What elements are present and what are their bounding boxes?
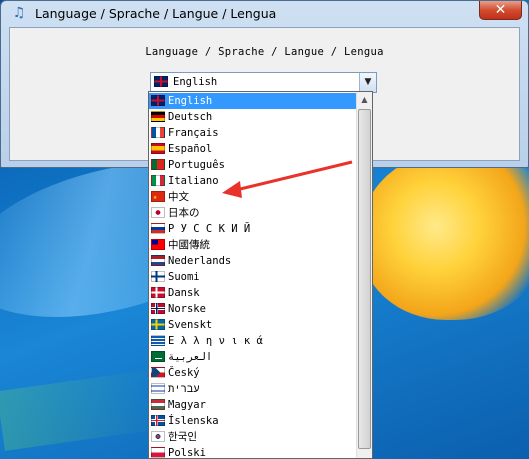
wallpaper-orb bbox=[360, 150, 529, 320]
list-item-portugues[interactable]: Português bbox=[149, 157, 357, 173]
sweden-flag-icon bbox=[151, 319, 165, 330]
list-item-norske[interactable]: Norske bbox=[149, 301, 357, 317]
israel-flag-icon bbox=[151, 383, 165, 394]
list-item-islenska[interactable]: Íslenska bbox=[149, 413, 357, 429]
list-item-svenskt[interactable]: Svenskt bbox=[149, 317, 357, 333]
germany-flag-icon bbox=[151, 111, 165, 122]
saudi-flag-icon bbox=[151, 351, 165, 362]
list-item-label: Svenskt bbox=[168, 319, 213, 331]
list-item-label: 日本の bbox=[168, 207, 200, 219]
list-item-label: Norske bbox=[168, 303, 206, 315]
list-item-label: Magyar bbox=[168, 399, 206, 411]
window-title: Language / Sprache / Langue / Lengua bbox=[35, 6, 277, 21]
list-item-label: English bbox=[168, 95, 213, 107]
italy-flag-icon bbox=[151, 175, 165, 186]
list-item-label: Nederlands bbox=[168, 255, 232, 267]
dropdown-scrollbar[interactable]: ▲ bbox=[356, 92, 372, 458]
greece-flag-icon bbox=[151, 335, 165, 346]
list-item-label: Dansk bbox=[168, 287, 200, 299]
list-item-label: Français bbox=[168, 127, 219, 139]
combobox-value: English bbox=[173, 76, 218, 88]
list-item-label: Deutsch bbox=[168, 111, 213, 123]
title-bar[interactable]: ♫ Language / Sprache / Langue / Lengua ✕ bbox=[1, 1, 528, 27]
poland-flag-icon bbox=[151, 447, 165, 458]
list-item-russian[interactable]: Р У С С К И Й bbox=[149, 221, 357, 237]
list-item-label: 中國傳統 bbox=[168, 239, 210, 251]
denmark-flag-icon bbox=[151, 287, 165, 298]
list-item-dansk[interactable]: Dansk bbox=[149, 285, 357, 301]
chevron-down-icon[interactable]: ▼ bbox=[359, 73, 376, 92]
hungary-flag-icon bbox=[151, 399, 165, 410]
list-item-chinese[interactable]: 中文 bbox=[149, 189, 357, 205]
list-item-korean[interactable]: 한국인 bbox=[149, 429, 357, 445]
list-item-label: 한국인 bbox=[168, 431, 197, 443]
list-item-cesky[interactable]: Český bbox=[149, 365, 357, 381]
list-item-nederlands[interactable]: Nederlands bbox=[149, 253, 357, 269]
uk-flag-icon bbox=[151, 95, 165, 106]
list-item-label: Polski bbox=[168, 447, 206, 459]
list-item-suomi[interactable]: Suomi bbox=[149, 269, 357, 285]
list-item-label: Suomi bbox=[168, 271, 200, 283]
list-item-greek[interactable]: Ε λ λ η ν ι κ ά bbox=[149, 333, 357, 349]
list-item-francais[interactable]: Français bbox=[149, 125, 357, 141]
list-item-label: Español bbox=[168, 143, 213, 155]
netherlands-flag-icon bbox=[151, 255, 165, 266]
norway-flag-icon bbox=[151, 303, 165, 314]
close-button[interactable]: ✕ bbox=[479, 1, 522, 20]
scroll-up-icon[interactable]: ▲ bbox=[357, 92, 372, 108]
list-item-polski[interactable]: Polski bbox=[149, 445, 357, 459]
list-item-label: Český bbox=[168, 367, 200, 379]
korea-flag-icon bbox=[151, 431, 165, 442]
finland-flag-icon bbox=[151, 271, 165, 282]
language-dropdown-list[interactable]: English Deutsch Français Español Portugu… bbox=[148, 91, 373, 459]
taiwan-flag-icon bbox=[151, 239, 165, 250]
list-item-label: Íslenska bbox=[168, 415, 219, 427]
list-item-label: עברית bbox=[168, 383, 200, 395]
wallpaper-streak bbox=[0, 369, 164, 451]
list-item-traditional-chinese[interactable]: 中國傳統 bbox=[149, 237, 357, 253]
language-prompt: Language / Sprache / Langue / Lengua bbox=[145, 46, 384, 58]
iceland-flag-icon bbox=[151, 415, 165, 426]
france-flag-icon bbox=[151, 127, 165, 138]
list-item-label: Português bbox=[168, 159, 225, 171]
list-item-japanese[interactable]: 日本の bbox=[149, 205, 357, 221]
list-item-hebrew[interactable]: עברית bbox=[149, 381, 357, 397]
scroll-thumb[interactable] bbox=[358, 109, 371, 449]
list-item-espanol[interactable]: Español bbox=[149, 141, 357, 157]
list-item-label: 中文 bbox=[168, 191, 189, 203]
list-item-label: Italiano bbox=[168, 175, 219, 187]
list-item-english[interactable]: English bbox=[149, 93, 357, 109]
list-item-label: Ε λ λ η ν ι κ ά bbox=[168, 335, 263, 347]
list-item-magyar[interactable]: Magyar bbox=[149, 397, 357, 413]
list-item-deutsch[interactable]: Deutsch bbox=[149, 109, 357, 125]
list-item-label: Р У С С К И Й bbox=[168, 223, 251, 235]
czech-flag-icon bbox=[151, 367, 165, 378]
portugal-flag-icon bbox=[151, 159, 165, 170]
uk-flag-icon bbox=[154, 76, 168, 87]
russia-flag-icon bbox=[151, 223, 165, 234]
music-note-icon: ♫ bbox=[12, 5, 26, 21]
china-flag-icon bbox=[151, 189, 165, 205]
japan-flag-icon bbox=[151, 207, 165, 218]
list-item-italiano[interactable]: Italiano bbox=[149, 173, 357, 189]
list-item-label: العربية bbox=[168, 351, 213, 363]
language-combobox[interactable]: English ▼ bbox=[150, 72, 377, 93]
spain-flag-icon bbox=[151, 143, 165, 154]
list-item-arabic[interactable]: العربية bbox=[149, 349, 357, 365]
